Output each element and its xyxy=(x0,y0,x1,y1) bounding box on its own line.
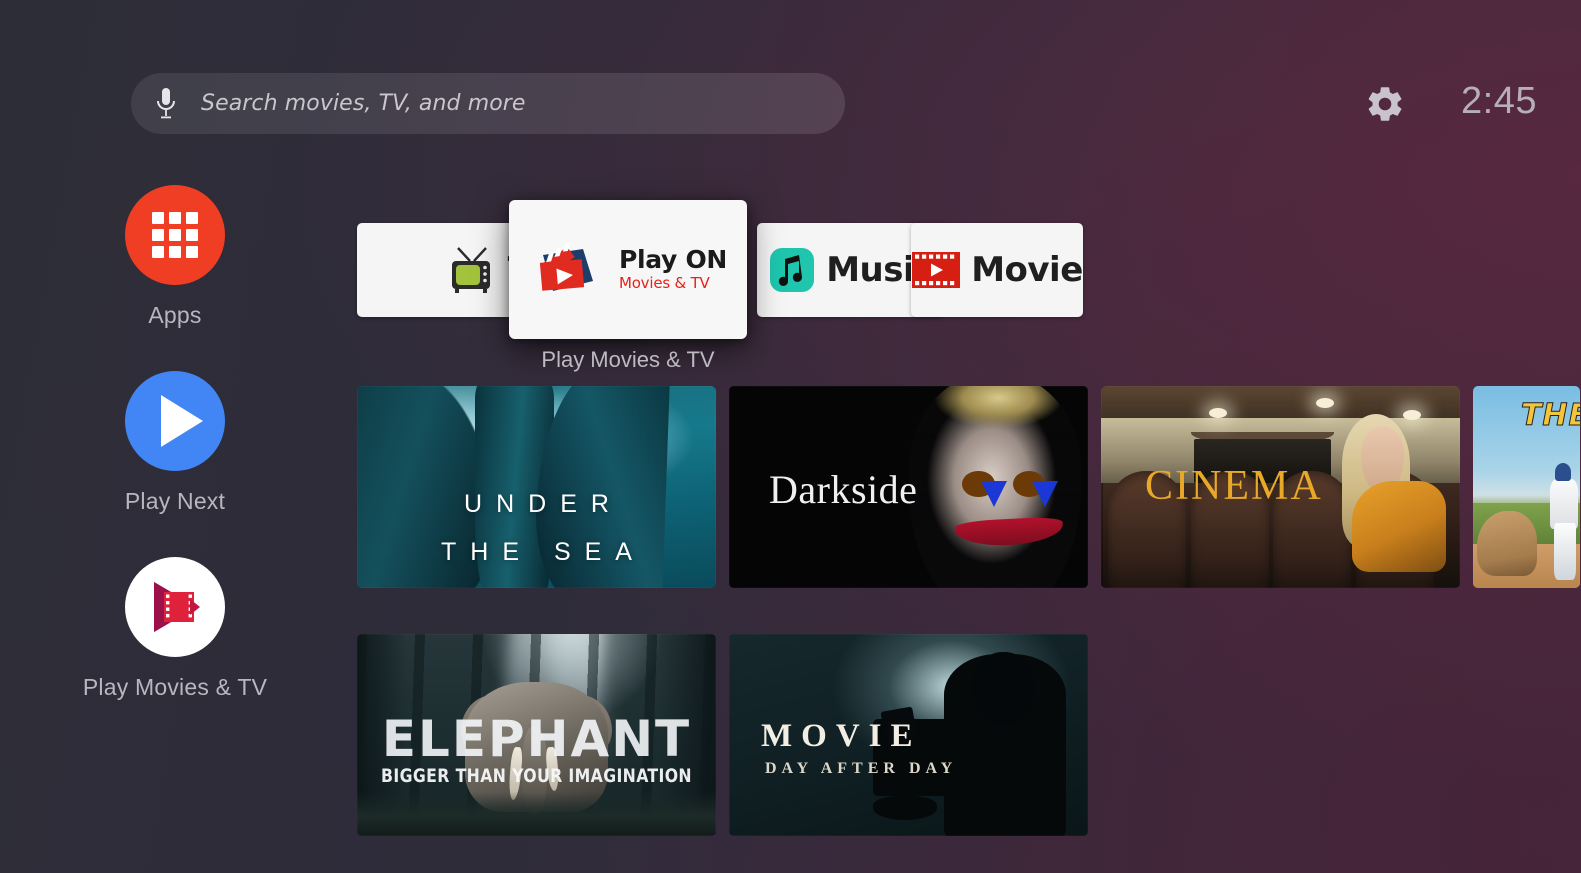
tile-artwork xyxy=(1473,386,1580,588)
tile-artwork xyxy=(729,386,1088,588)
sidebar-item-label: Apps xyxy=(148,302,202,328)
play-movies-tv-icon xyxy=(154,582,200,632)
sidebar-item-apps[interactable]: Apps xyxy=(0,185,350,329)
content-tile-under-the-sea[interactable]: UNDER THE SEA xyxy=(357,386,716,588)
play-triangle-icon xyxy=(160,395,203,447)
app-card-title: Movie xyxy=(971,250,1083,290)
search-input[interactable]: Search movies, TV, and more xyxy=(131,73,845,134)
sidebar-item-play-next[interactable]: Play Next xyxy=(0,371,350,515)
top-bar: Search movies, TV, and more 2:45 xyxy=(0,0,1581,175)
sidebar-item-play-movies-tv[interactable]: Play Movies & TV xyxy=(0,557,350,701)
app-card-play-on-focused[interactable]: Play ON Movies & TV xyxy=(509,200,747,339)
microphone-icon xyxy=(157,87,175,118)
play-movies-icon-circle xyxy=(125,557,225,657)
home-screen: Search movies, TV, and more 2:45 Apps Pl… xyxy=(0,0,1581,873)
sidebar-item-label: Play Movies & TV xyxy=(82,674,268,700)
app-card-movie[interactable]: Movie xyxy=(911,223,1083,317)
retro-tv-icon xyxy=(451,247,490,293)
tile-artwork xyxy=(357,634,716,836)
content-tile-cinema[interactable]: CINEMA xyxy=(1101,386,1460,588)
focused-app-label: Play Movies & TV xyxy=(541,347,715,372)
film-strip-play-icon xyxy=(912,252,961,288)
play-next-icon-circle xyxy=(125,371,225,471)
app-card-title: Play ON xyxy=(618,245,728,274)
gear-icon[interactable] xyxy=(1364,83,1406,125)
apps-grid-icon xyxy=(152,212,198,258)
apps-icon-circle xyxy=(125,185,225,285)
search-placeholder-text: Search movies, TV, and more xyxy=(201,91,526,116)
clock: 2:45 xyxy=(1461,80,1537,122)
app-card-subtitle: Movies & TV xyxy=(618,274,710,293)
tile-artwork xyxy=(357,386,716,588)
content-tile-movie-day-after-day[interactable]: MOVIE DAY AFTER DAY xyxy=(729,634,1088,836)
content-tile-darkside[interactable]: Darkside xyxy=(729,386,1088,588)
tile-artwork xyxy=(729,634,1088,836)
sidebar-item-label: Play Next xyxy=(124,488,226,514)
content-row-2: ELEPHANT BIGGER THAN YOUR IMAGINATION MO… xyxy=(357,634,1088,836)
content-row-1: UNDER THE SEA Darkside CINEMA TH xyxy=(357,386,1580,588)
content-tile-the-baseball[interactable]: THE xyxy=(1473,386,1580,588)
tile-artwork xyxy=(1101,386,1460,588)
sidebar: Apps Play Next Play Movies & TV xyxy=(0,185,350,743)
clapperboard-play-icon xyxy=(539,241,593,291)
content-tile-elephant[interactable]: ELEPHANT BIGGER THAN YOUR IMAGINATION xyxy=(357,634,716,836)
music-note-icon xyxy=(770,248,815,292)
